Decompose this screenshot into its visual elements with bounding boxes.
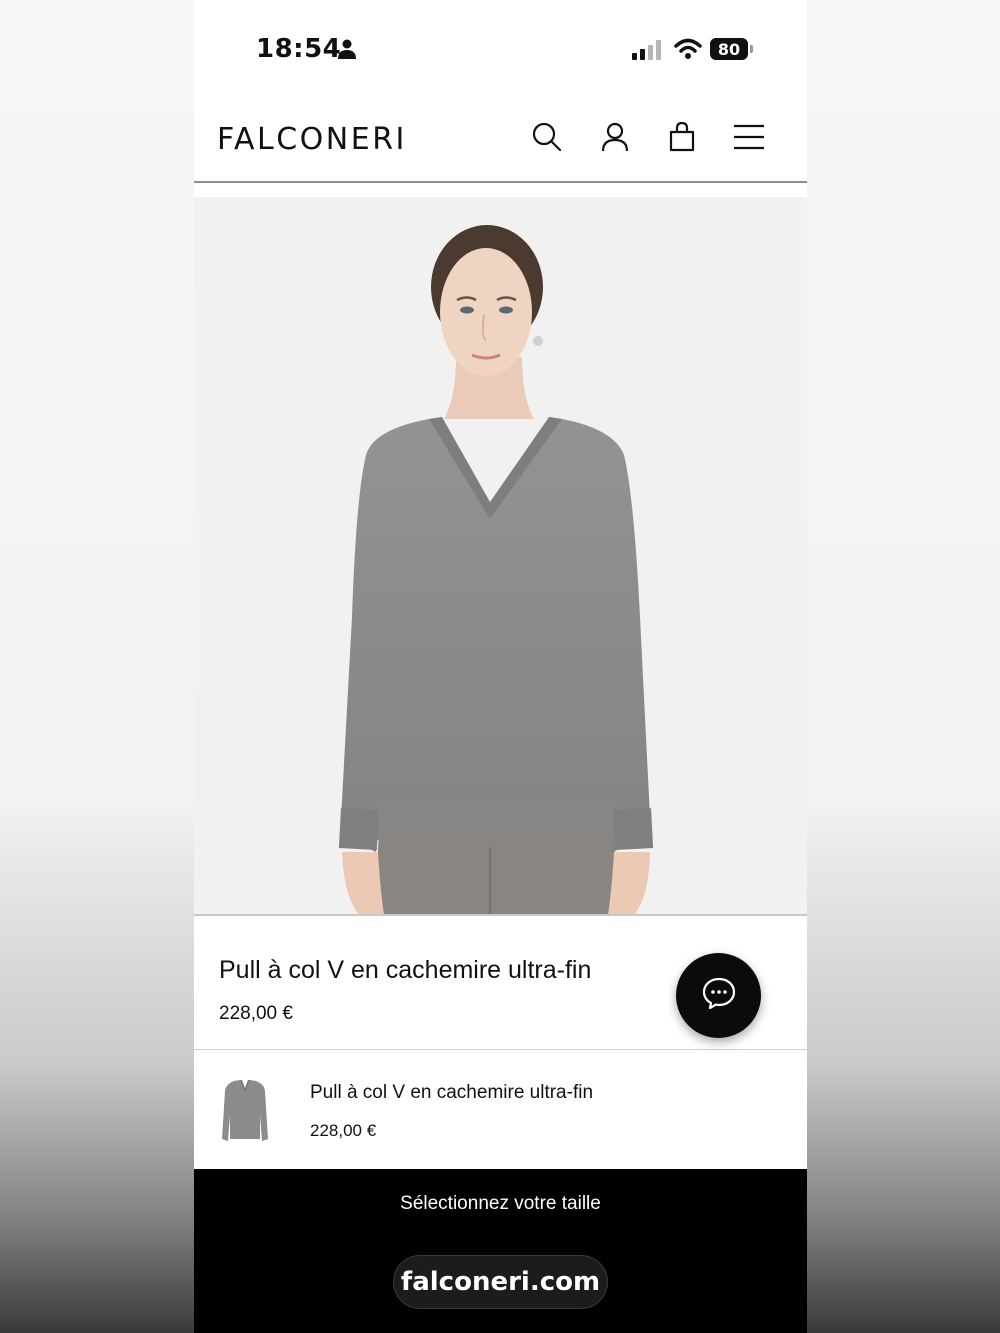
phone-screen: 18:54 80 FALCONERI Pull à col V en cache… <box>194 0 807 1333</box>
battery-icon: 80 <box>710 38 748 60</box>
select-size-button[interactable]: Sélectionnez votre taille <box>194 1193 807 1215</box>
battery-tip <box>750 45 753 53</box>
product-image[interactable] <box>194 197 807 915</box>
product-price: 228,00 € <box>219 1003 293 1024</box>
status-bar: 18:54 80 <box>194 0 807 100</box>
product-info: Pull à col V en cachemire ultra-fin 228,… <box>194 916 807 1050</box>
wifi-icon <box>674 38 702 65</box>
chat-bubble-icon <box>702 977 736 1014</box>
brand-logo[interactable]: FALCONERI <box>217 122 407 157</box>
signal-icon <box>632 40 662 65</box>
person-icon <box>338 39 356 64</box>
account-icon[interactable] <box>598 120 632 154</box>
site-header: FALCONERI <box>194 100 807 183</box>
menu-icon[interactable] <box>732 120 766 154</box>
search-icon[interactable] <box>530 120 564 154</box>
chat-button[interactable] <box>676 953 761 1038</box>
model-illustration <box>338 225 654 915</box>
status-time: 18:54 <box>256 34 342 64</box>
product-thumbnail[interactable] <box>220 1075 270 1143</box>
bag-icon[interactable] <box>665 120 699 154</box>
product-title: Pull à col V en cachemire ultra-fin <box>219 956 592 984</box>
sticky-product-title: Pull à col V en cachemire ultra-fin <box>310 1082 594 1103</box>
browser-url-bar[interactable]: falconeri.com <box>393 1255 608 1309</box>
sticky-product-bar: Pull à col V en cachemire ultra-fin 228,… <box>194 1051 807 1169</box>
sticky-product-price: 228,00 € <box>310 1121 377 1140</box>
size-select-bar: Sélectionnez votre taille falconeri.com <box>194 1169 807 1333</box>
